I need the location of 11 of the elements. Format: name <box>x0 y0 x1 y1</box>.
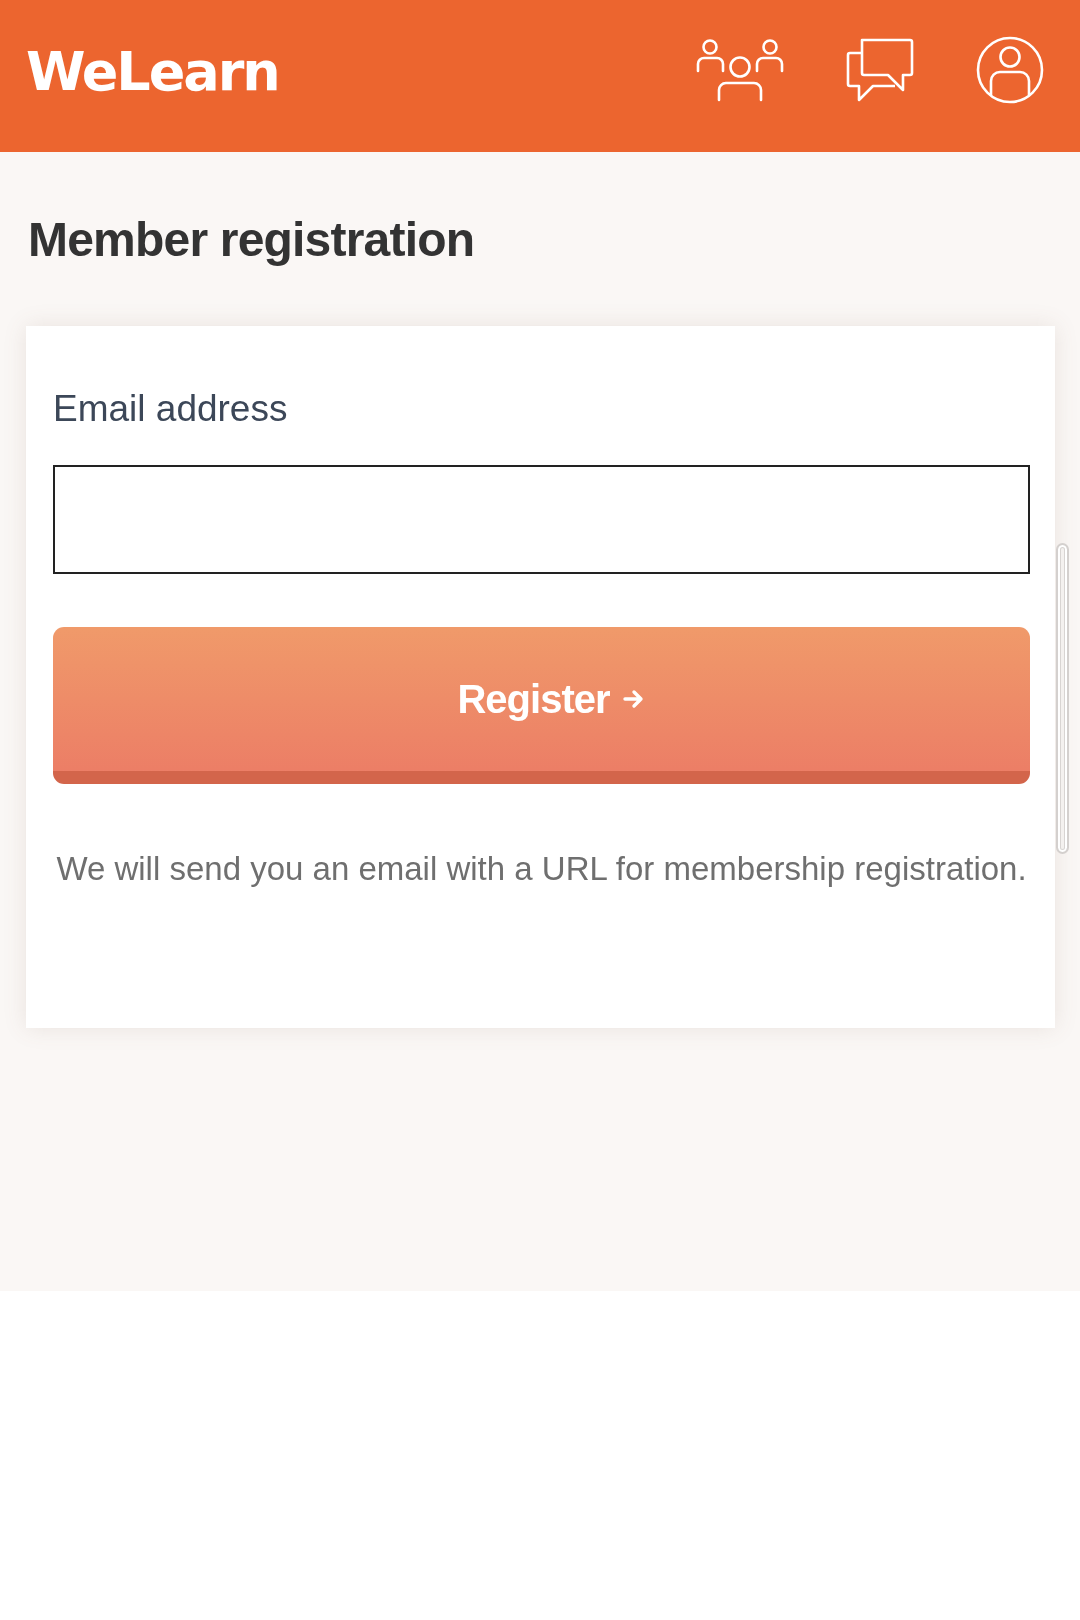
user-profile-icon[interactable] <box>976 36 1044 104</box>
chat-icon[interactable] <box>846 38 914 102</box>
logo[interactable]: WeLearn <box>26 45 279 99</box>
email-input[interactable] <box>53 465 1030 574</box>
register-button[interactable]: Register <box>53 627 1030 784</box>
arrow-icon <box>621 687 646 711</box>
info-text: We will send you an email with a URL for membership registration. <box>55 849 1028 889</box>
scrollbar-thumb[interactable] <box>1056 543 1069 854</box>
page-title: Member registration <box>28 212 475 267</box>
field-label: Email address <box>53 388 289 430</box>
people-icon[interactable] <box>696 38 784 102</box>
